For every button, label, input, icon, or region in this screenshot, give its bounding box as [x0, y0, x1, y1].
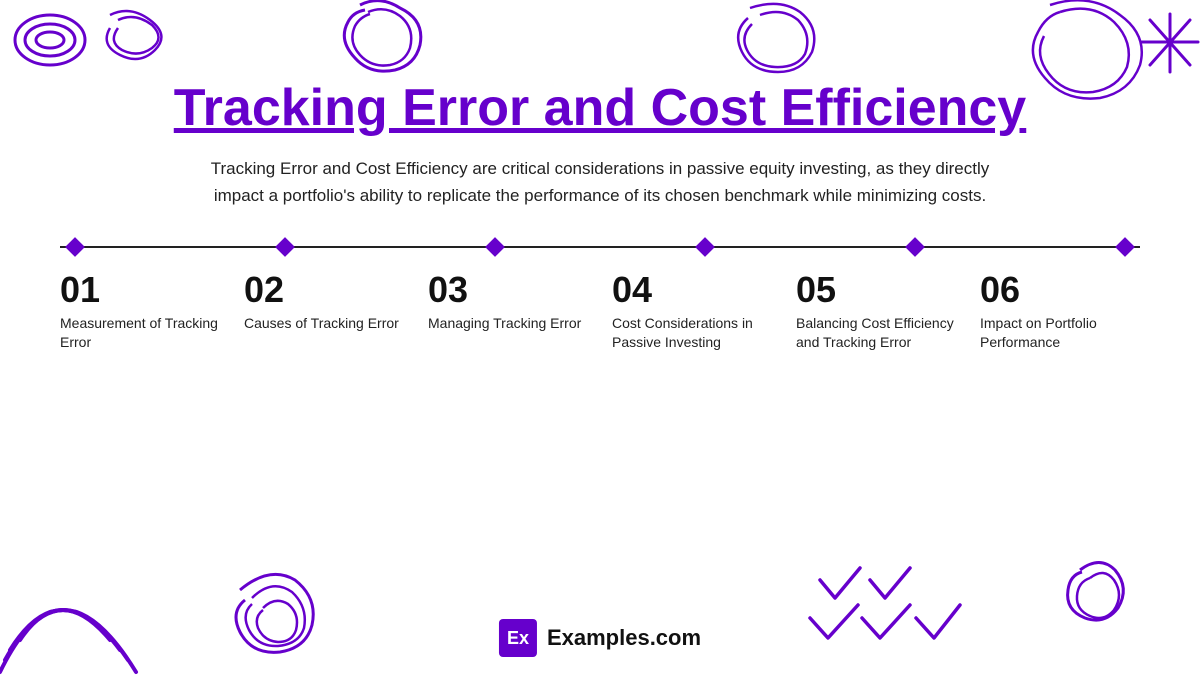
- timeline-item-2: 02 Causes of Tracking Error: [244, 272, 404, 353]
- item-number-4: 04: [612, 272, 652, 308]
- item-number-5: 05: [796, 272, 836, 308]
- brand-name: Examples.com: [547, 625, 701, 651]
- timeline-item-6: 06 Impact on Portfolio Performance: [980, 272, 1140, 353]
- timeline-item-3: 03 Managing Tracking Error: [428, 272, 588, 353]
- diamond-6: [1115, 237, 1135, 257]
- timeline-line: [60, 240, 1140, 254]
- item-label-2: Causes of Tracking Error: [244, 314, 399, 334]
- brand-badge: Ex: [499, 619, 537, 657]
- item-number-1: 01: [60, 272, 100, 308]
- diamond-3: [485, 237, 505, 257]
- footer: Ex Examples.com: [499, 619, 701, 657]
- timeline-items: 01 Measurement of Tracking Error 02 Caus…: [60, 272, 1140, 353]
- timeline-item-4: 04 Cost Considerations in Passive Invest…: [612, 272, 772, 353]
- item-number-6: 06: [980, 272, 1020, 308]
- item-number-3: 03: [428, 272, 468, 308]
- item-label-6: Impact on Portfolio Performance: [980, 314, 1140, 353]
- timeline-diamonds: [60, 240, 1140, 254]
- item-label-4: Cost Considerations in Passive Investing: [612, 314, 772, 353]
- timeline-item-5: 05 Balancing Cost Efficiency and Trackin…: [796, 272, 956, 353]
- diamond-1: [65, 237, 85, 257]
- diamond-4: [695, 237, 715, 257]
- diamond-5: [905, 237, 925, 257]
- diamond-2: [275, 237, 295, 257]
- timeline-item-1: 01 Measurement of Tracking Error: [60, 272, 220, 353]
- timeline: 01 Measurement of Tracking Error 02 Caus…: [60, 240, 1140, 353]
- item-label-1: Measurement of Tracking Error: [60, 314, 220, 353]
- item-number-2: 02: [244, 272, 284, 308]
- item-label-5: Balancing Cost Efficiency and Tracking E…: [796, 314, 956, 353]
- page-title: Tracking Error and Cost Efficiency: [174, 80, 1026, 137]
- item-label-3: Managing Tracking Error: [428, 314, 581, 334]
- page-subtitle: Tracking Error and Cost Efficiency are c…: [190, 155, 1010, 209]
